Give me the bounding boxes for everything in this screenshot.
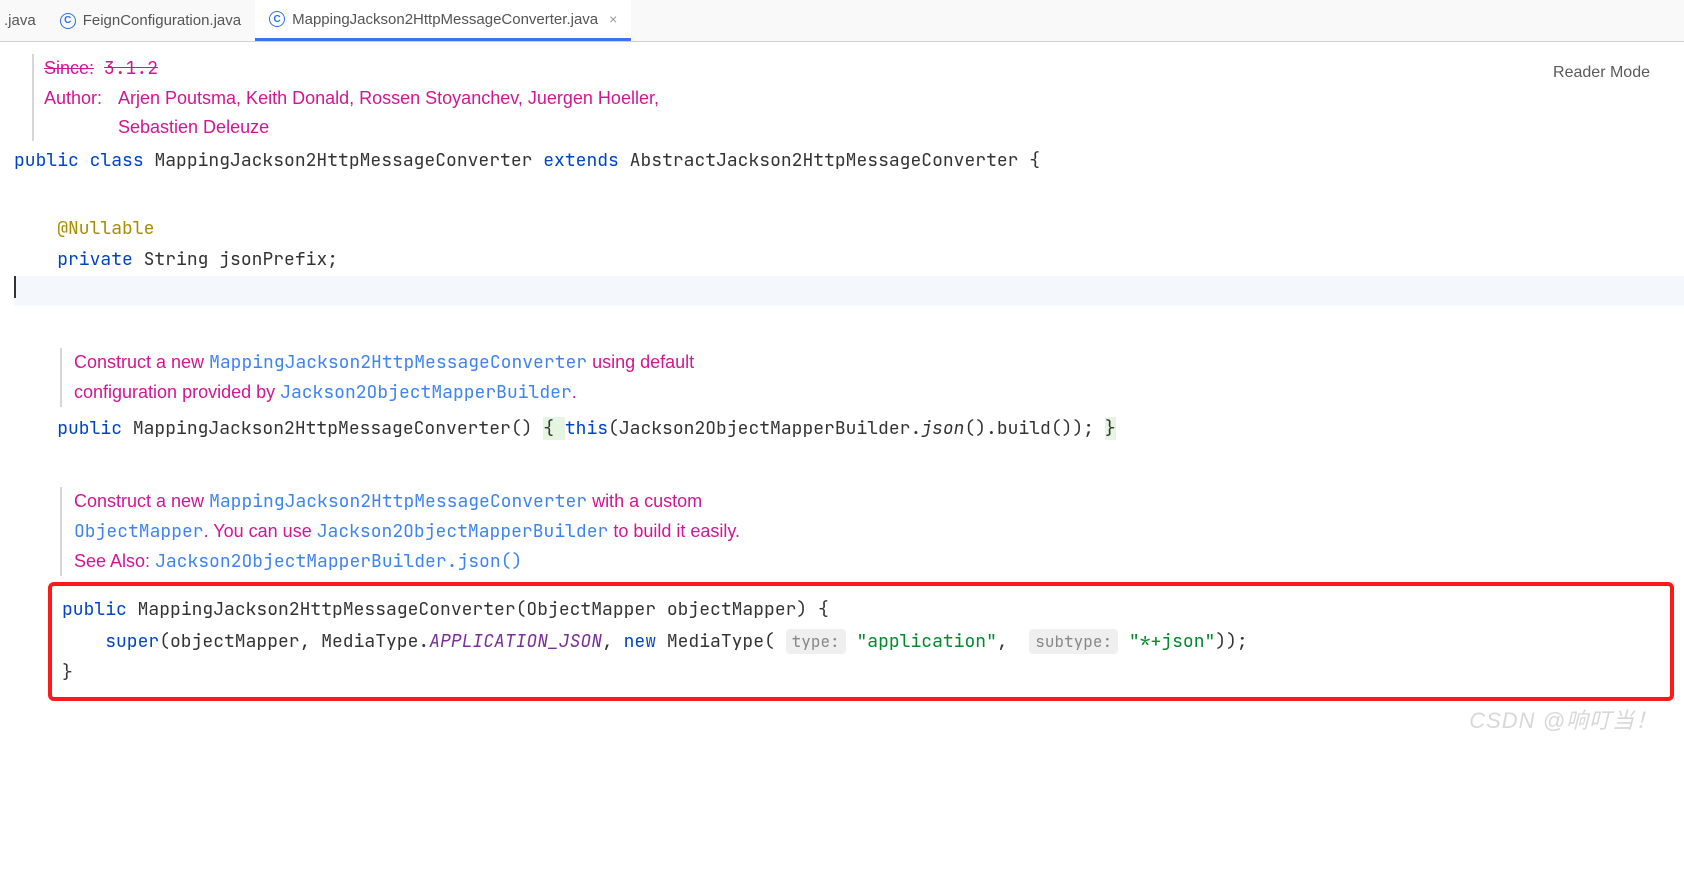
highlight-box: public MappingJackson2HttpMessageConvert… (48, 582, 1674, 701)
ctor2-javadoc: Construct a new MappingJackson2HttpMessa… (60, 487, 1684, 576)
tab-mappingjackson[interactable]: C MappingJackson2HttpMessageConverter.ja… (255, 0, 631, 41)
ctor2-sig: public MappingJackson2HttpMessageConvert… (62, 594, 1660, 626)
watermark: CSDN @响叮当！ (1469, 703, 1658, 735)
javadoc-since-label: Since: (44, 58, 94, 78)
editor-area[interactable]: Reader Mode Since: 3.1.2 Author: Arjen P… (0, 42, 1684, 741)
javadoc-author-label: Author: (44, 88, 102, 108)
ctor1: public MappingJackson2HttpMessageConvert… (14, 413, 1684, 445)
class-javadoc: Since: 3.1.2 Author: Arjen Poutsma, Keit… (32, 54, 1684, 141)
tab-label: MappingJackson2HttpMessageConverter.java (292, 11, 598, 28)
nullable-annotation: @Nullable (14, 213, 1684, 245)
param-hint-type: type: (786, 629, 846, 654)
javadoc-since-value: 3.1.2 (104, 57, 158, 80)
cursor-line[interactable] (14, 276, 1684, 306)
reader-mode-button[interactable]: Reader Mode (1553, 64, 1650, 82)
class-declaration: public class MappingJackson2HttpMessageC… (14, 145, 1684, 177)
javadoc-seealso-link[interactable]: Jackson2ObjectMapperBuilder.json() (155, 550, 522, 573)
param-hint-subtype: subtype: (1029, 629, 1118, 654)
ctor2-close: } (62, 657, 1660, 689)
field-jsonprefix: private String jsonPrefix; (14, 244, 1684, 276)
tab-feignconfiguration[interactable]: C FeignConfiguration.java (46, 0, 255, 41)
javadoc-authors-line1: Arjen Poutsma, Keith Donald, Rossen Stoy… (118, 84, 659, 113)
editor-tabs: .java C FeignConfiguration.java C Mappin… (0, 0, 1684, 42)
class-file-icon: C (269, 11, 285, 27)
class-file-icon: C (60, 13, 76, 29)
javadoc-authors-line2: Sebastien Deleuze (118, 113, 659, 142)
close-icon[interactable]: × (609, 11, 617, 27)
javadoc-seealso-label: See Also: (74, 551, 155, 571)
ctor1-javadoc: Construct a new MappingJackson2HttpMessa… (60, 348, 1684, 408)
ctor2-body: super(objectMapper, MediaType.APPLICATIO… (62, 626, 1660, 658)
tab-label: FeignConfiguration.java (83, 12, 241, 29)
tab-truncated[interactable]: .java (0, 0, 46, 41)
